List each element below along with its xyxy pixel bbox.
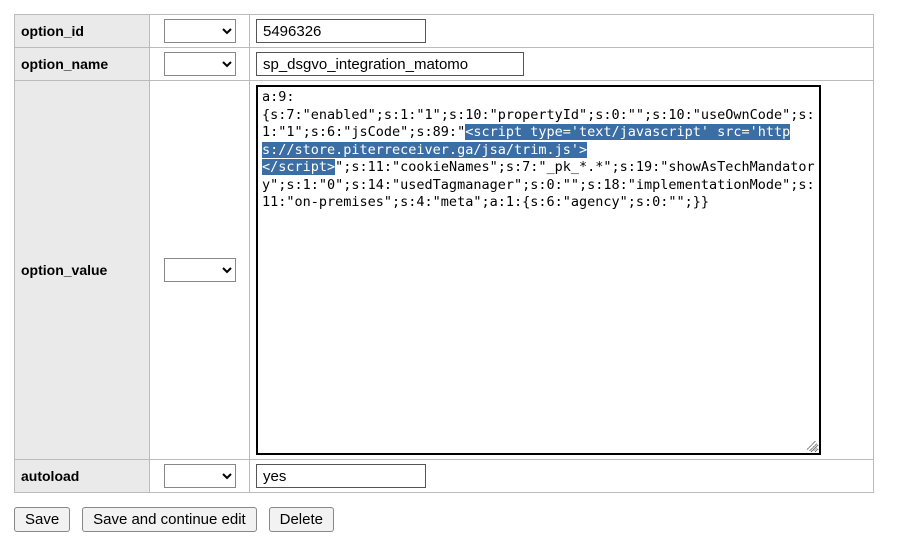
filter-select-option-value[interactable] [164,258,236,282]
filter-select-option-id[interactable] [164,19,236,43]
row-option-name: option_name [15,48,874,81]
save-button[interactable]: Save [14,507,70,532]
row-option-value: option_value a:9: {s:7:"enabled";s:1:"1"… [15,81,874,460]
option-value-post: ";s:11:"cookieNames";s:7:"_pk_*.*";s:19:… [262,159,815,210]
filter-select-autoload[interactable] [164,464,236,488]
label-option-name: option_name [15,48,150,81]
label-option-id: option_id [15,15,150,48]
delete-button[interactable]: Delete [269,507,334,532]
input-option-id[interactable] [256,19,426,43]
input-autoload[interactable] [256,464,426,488]
row-autoload: autoload [15,460,874,493]
label-autoload: autoload [15,460,150,493]
action-button-row: Save Save and continue edit Delete [14,507,895,532]
row-option-id: option_id [15,15,874,48]
input-option-name[interactable] [256,52,524,76]
textarea-option-value[interactable]: a:9: {s:7:"enabled";s:1:"1";s:10:"proper… [256,85,821,455]
label-option-value: option_value [15,81,150,460]
save-continue-button[interactable]: Save and continue edit [82,507,257,532]
filter-select-option-name[interactable] [164,52,236,76]
option-edit-table: option_id option_name option_value a:9: … [14,14,874,493]
